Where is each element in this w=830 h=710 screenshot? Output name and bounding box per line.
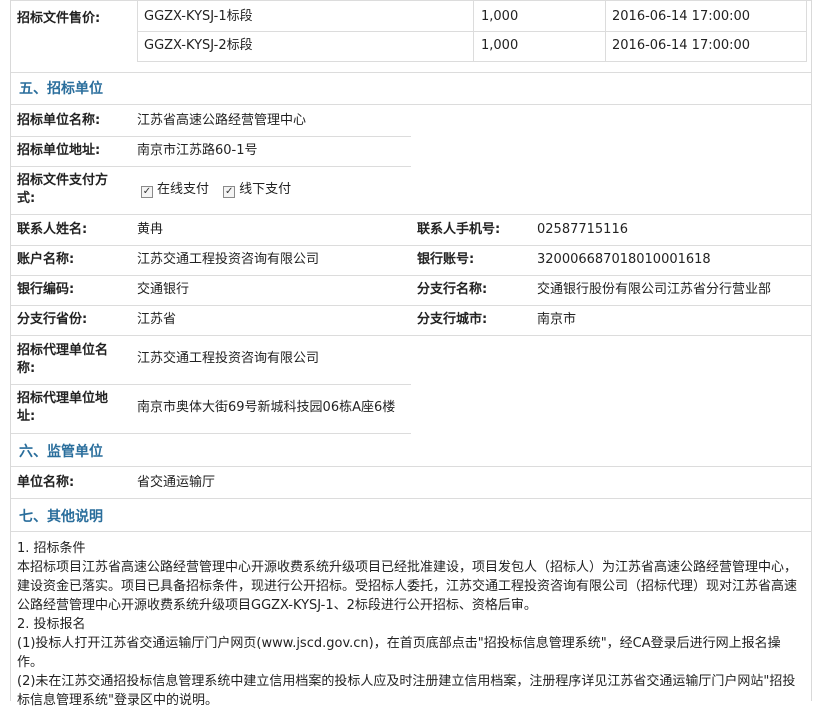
note-line: 作。 (17, 655, 44, 670)
checkbox-checked-icon[interactable]: ✓ (141, 186, 153, 198)
divider (11, 245, 811, 246)
divider (11, 275, 811, 276)
branch-city-label: 分支行城市: (417, 312, 488, 327)
tenderer-address-label: 招标单位地址: (17, 143, 101, 158)
pay-online-option[interactable]: ✓ 在线支付 (141, 181, 209, 199)
pay-offline-label: 线下支付 (239, 182, 292, 197)
branch-name-label: 分支行名称: (417, 282, 488, 297)
divider (11, 0, 811, 1)
note-line: 1. 招标条件 (17, 541, 86, 556)
bank-code-value: 交通银行 (137, 282, 190, 297)
agent-name-label-line: 招标代理单位名 (17, 343, 109, 358)
sale-row-section: GGZX-KYSJ-2标段 (144, 38, 253, 53)
sale-row-section: GGZX-KYSJ-1标段 (144, 9, 253, 24)
sale-label: 招标文件售价: (17, 11, 101, 26)
divider (11, 498, 811, 499)
supervisor-name-value: 省交通运输厅 (137, 475, 216, 490)
agent-address-label: 招标代理单位地 址: (17, 390, 108, 426)
divider (11, 72, 811, 73)
divider (11, 335, 811, 336)
divider (11, 166, 411, 167)
bank-code-label: 银行编码: (17, 282, 75, 297)
agent-name-label: 招标代理单位名 称: (17, 342, 108, 378)
supervisor-name-label: 单位名称: (17, 475, 75, 490)
contact-label: 联系人姓名: (17, 222, 88, 237)
agent-name-label-line: 称: (17, 361, 36, 376)
divider (11, 466, 811, 467)
agent-address-label-line: 址: (17, 409, 36, 424)
contact-value: 黄冉 (137, 222, 164, 237)
agent-name-value: 江苏交通工程投资咨询有限公司 (137, 351, 320, 366)
bank-account-label: 银行账号: (417, 252, 475, 267)
note-line: 2. 投标报名 (17, 617, 86, 632)
section-title-supervisor: 六、监管单位 (19, 444, 103, 460)
phone-value: 02587715116 (537, 222, 628, 237)
note-line: 本招标项目江苏省高速公路经营管理中心开源收费系统升级项目已经批准建设，项目发包人… (17, 560, 798, 575)
pay-offline-option[interactable]: ✓ 线下支付 (223, 181, 291, 199)
section-title-other: 七、其他说明 (19, 509, 103, 525)
branch-province-value: 江苏省 (137, 312, 177, 327)
divider (137, 61, 807, 62)
tenderer-name-label: 招标单位名称: (17, 113, 101, 128)
payment-method-label-line: 招标文件支付方 (17, 173, 109, 188)
divider (11, 214, 811, 215)
sale-row-price: 1,000 (481, 9, 519, 24)
agent-address-value: 南京市奥体大街69号新城科技园06栋A座6楼 (137, 400, 396, 415)
branch-city-value: 南京市 (537, 312, 577, 327)
payment-method-label-line: 式: (17, 191, 36, 206)
divider (137, 31, 807, 32)
sale-row-price: 1,000 (481, 38, 519, 53)
branch-name-value: 交通银行股份有限公司江苏省分行营业部 (537, 282, 772, 297)
divider (11, 136, 411, 137)
checkbox-checked-icon[interactable]: ✓ (223, 186, 236, 198)
account-name-value: 江苏交通工程投资咨询有限公司 (137, 252, 320, 267)
branch-province-label: 分支行省份: (17, 312, 88, 327)
other-notes: 1. 招标条件 本招标项目江苏省高速公路经营管理中心开源收费系统升级项目已经批准… (17, 539, 802, 710)
pay-online-label: 在线支付 (157, 182, 210, 197)
agent-address-label-line: 招标代理单位地 (17, 391, 109, 406)
tenderer-name-value: 江苏省高速公路经营管理中心 (137, 113, 307, 128)
divider (11, 433, 411, 434)
divider (11, 104, 811, 105)
divider (11, 531, 811, 532)
section-title-tenderer: 五、招标单位 (19, 81, 103, 97)
bank-account-value: 320006687018010001618 (537, 252, 711, 267)
note-line: 建设资金已落实。项目已具备招标条件，现进行公开招标。受招标人委托，江苏交通工程投… (17, 579, 798, 594)
phone-label: 联系人手机号: (417, 222, 501, 237)
note-line: (1)投标人打开江苏省交通运输厅门户网页(www.jscd.gov.cn)，在首… (17, 636, 781, 651)
divider (11, 305, 811, 306)
divider (11, 384, 411, 385)
note-line: 公路经营管理中心开源收费系统升级项目GGZX-KYSJ-1、2标段进行公开招标、… (17, 598, 537, 613)
account-name-label: 账户名称: (17, 252, 75, 267)
payment-options: ✓ 在线支付 ✓ 线下支付 (141, 181, 301, 199)
sale-row-time: 2016-06-14 17:00:00 (612, 38, 751, 53)
note-line: (2)未在江苏交通招投标信息管理系统中建立信用档案的投标人应及时注册建立信用档案… (17, 674, 796, 689)
content-frame: 招标文件售价: GGZX-KYSJ-1标段 1,000 2016-06-14 1… (10, 0, 812, 708)
payment-method-label: 招标文件支付方 式: (17, 172, 108, 208)
sale-row-time: 2016-06-14 17:00:00 (612, 9, 751, 24)
tenderer-address-value: 南京市江苏路60-1号 (137, 143, 258, 158)
